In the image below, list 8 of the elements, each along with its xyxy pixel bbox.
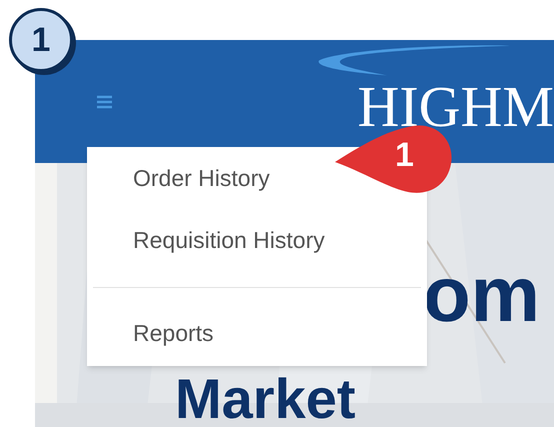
step-number: 1: [32, 20, 50, 60]
menu-item[interactable]: Requisition History: [133, 209, 325, 271]
logo-text: HIGHM: [357, 74, 554, 138]
hero-heading: om: [423, 255, 540, 333]
menu-item[interactable]: Reports: [133, 302, 214, 364]
menu-item[interactable]: Order History: [133, 147, 270, 209]
callout-number: 1: [395, 138, 414, 172]
hero-heading: Market: [175, 371, 356, 427]
